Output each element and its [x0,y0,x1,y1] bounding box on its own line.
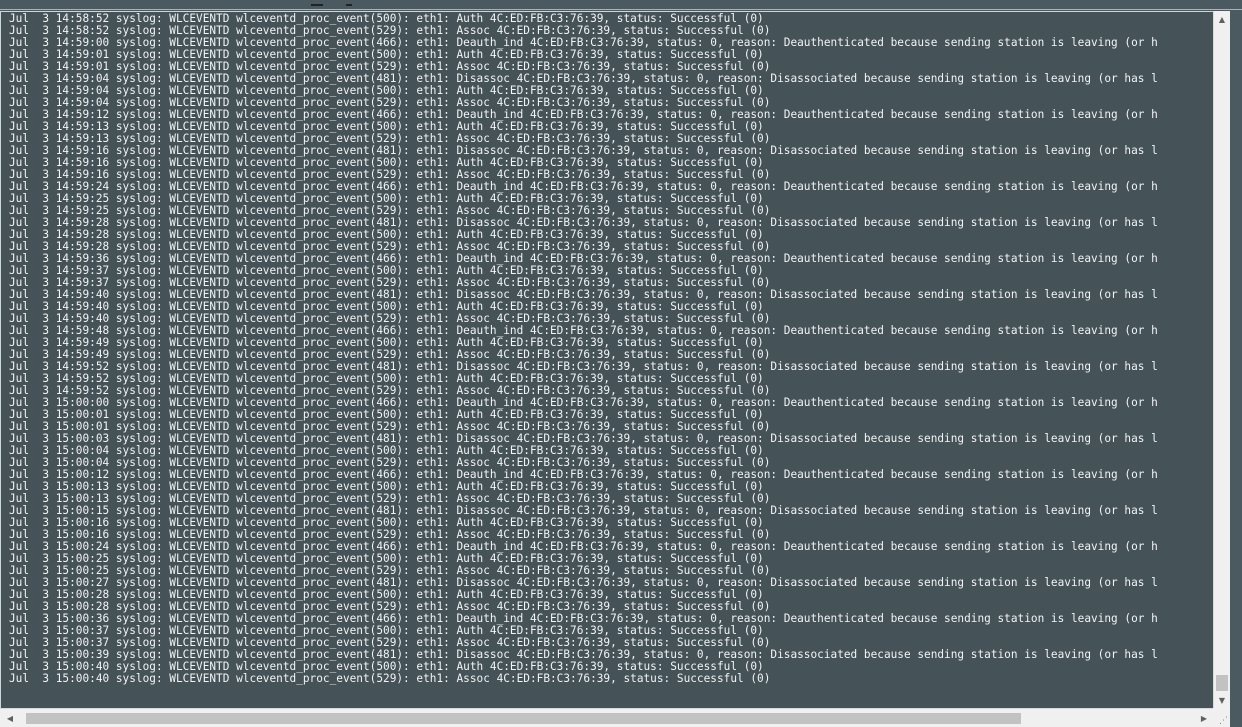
scroll-down-arrow-icon[interactable]: ▼ [1214,692,1230,708]
vertical-scrollbar[interactable]: ▲ ▼ [1213,11,1230,708]
scroll-up-arrow-icon[interactable]: ▲ [1214,11,1230,27]
log-line: Jul 3 15:00:40 syslog: WLCEVENTD wlceven… [9,672,771,685]
top-border [0,0,1242,10]
horizontal-scrollbar[interactable]: ◀ ▶ [0,708,1213,727]
vertical-scroll-thumb[interactable] [1216,675,1228,691]
resize-grip-icon[interactable]: ⋰ [1213,708,1230,727]
syslog-text-area[interactable]: Jul 3 14:58:52 syslog: WLCEVENTD wlceven… [0,11,1213,708]
top-border-mark [346,4,352,6]
syslog-lines: Jul 3 14:58:52 syslog: WLCEVENTD wlceven… [9,13,1158,685]
scroll-left-arrow-icon[interactable]: ◀ [2,710,18,727]
top-border-mark [311,4,323,6]
horizontal-scroll-thumb[interactable] [26,713,1021,724]
log-viewer-window: Jul 3 14:58:52 syslog: WLCEVENTD wlceven… [0,0,1242,727]
right-gutter [1230,11,1242,727]
scroll-right-arrow-icon[interactable]: ▶ [1196,710,1212,727]
